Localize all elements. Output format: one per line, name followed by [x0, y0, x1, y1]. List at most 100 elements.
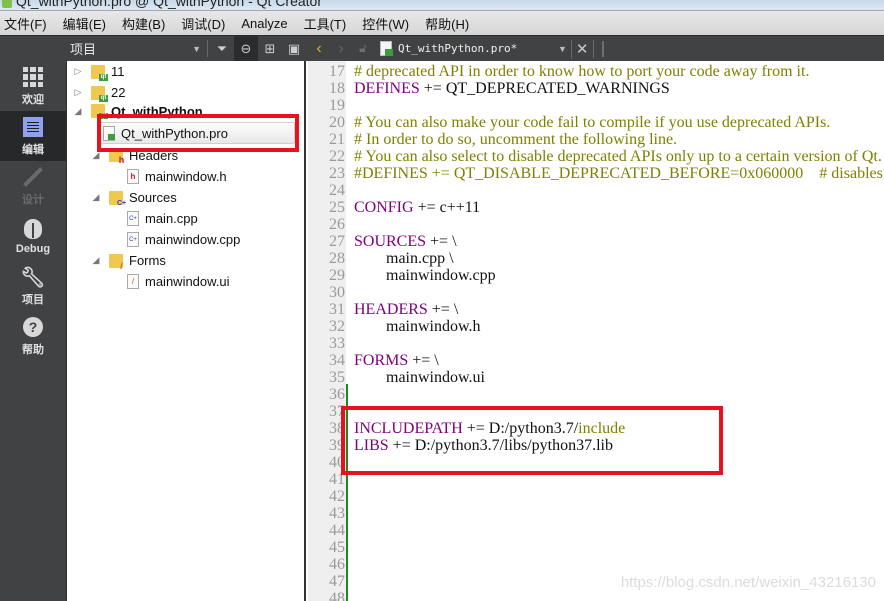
code-line[interactable]: 29 mainwindow.cpp	[308, 267, 496, 284]
menu-help[interactable]: 帮助(H)	[425, 14, 469, 33]
code-keyword: CONFIG	[354, 199, 414, 216]
menu-widgets[interactable]: 控件(W)	[362, 14, 409, 33]
line-number: 29	[329, 267, 345, 284]
code-line[interactable]: 48	[308, 590, 354, 601]
code-text: mainwindow.cpp	[354, 267, 496, 284]
code-line[interactable]: 26	[308, 216, 354, 233]
line-number: 42	[329, 488, 345, 505]
line-number: 23	[329, 165, 345, 182]
chevron-down-icon[interactable]: ▼	[192, 44, 201, 54]
line-number: 40	[329, 454, 345, 471]
mode-help[interactable]: ? 帮助	[0, 311, 66, 361]
cpp-file-icon: C+	[127, 232, 139, 247]
tree-item-file[interactable]: / mainwindow.ui	[127, 271, 230, 292]
chevron-down-icon[interactable]: ▼	[558, 44, 567, 54]
panel-view-selector[interactable]: 项目	[70, 39, 192, 58]
code-text: mainwindow.h	[354, 318, 481, 335]
tree-item-project[interactable]: ▷ qt 22	[73, 82, 125, 103]
close-document-icon[interactable]: ✕	[570, 39, 594, 58]
mode-debug[interactable]: Debug	[0, 211, 66, 261]
mode-design[interactable]: 设计	[0, 161, 66, 211]
filter-icon[interactable]: ⏷	[210, 36, 234, 61]
code-comment: # deprecated API in order to know how to…	[354, 63, 810, 80]
code-line[interactable]: 18 DEFINES += QT_DEPRECATED_WARNINGS	[308, 80, 670, 97]
tree-item-label: 11	[111, 64, 125, 79]
collapse-arrow-icon[interactable]: ◢	[91, 255, 101, 266]
window-title: Qt_withPython.pro @ Qt_withPython - Qt C…	[16, 0, 323, 9]
code-comment: #DEFINES += QT_DISABLE_DEPRECATED_BEFORE…	[354, 165, 883, 182]
tree-item-file[interactable]: h mainwindow.h	[127, 166, 227, 187]
line-number: 48	[329, 590, 345, 601]
menu-tools[interactable]: 工具(T)	[304, 14, 347, 33]
line-number: 27	[329, 233, 345, 250]
code-line[interactable]: 45	[308, 539, 354, 556]
collapse-arrow-icon[interactable]: ◢	[91, 192, 101, 203]
code-comment: # You can also make your code fail to co…	[354, 114, 831, 131]
pencil-icon	[23, 167, 43, 187]
menu-file[interactable]: 文件(F)	[4, 14, 47, 33]
mode-label: Debug	[15, 243, 51, 255]
code-line[interactable]: 47	[308, 573, 354, 590]
tree-item-label: main.cpp	[145, 211, 198, 226]
code-line[interactable]: 19	[308, 97, 354, 114]
tree-item-label: mainwindow.ui	[145, 274, 230, 289]
qt-project-folder-icon: qt	[91, 85, 108, 102]
document-selector[interactable]: Qt_withPython.pro*	[398, 42, 558, 55]
code-line[interactable]: 25 CONFIG += c++11	[308, 199, 480, 216]
code-line[interactable]: 30	[308, 284, 354, 301]
forms-folder-icon: /	[109, 253, 123, 270]
qt-creator-logo-icon	[2, 0, 12, 8]
menu-analyze[interactable]: Analyze	[241, 16, 287, 31]
code-line[interactable]: 20 # You can also make your code fail to …	[308, 114, 830, 131]
collapse-arrow-icon[interactable]: ◢	[73, 106, 83, 117]
project-panel-header: 项目 ▼ ⏷ ⊖ ⊞ ▣	[66, 36, 306, 61]
code-line[interactable]: 44	[308, 522, 354, 539]
tree-item-file[interactable]: C+ mainwindow.cpp	[127, 229, 240, 250]
code-line[interactable]: 36	[308, 386, 354, 403]
tree-item-folder[interactable]: ◢ / Forms	[91, 250, 166, 271]
menu-debug[interactable]: 调试(D)	[181, 14, 225, 33]
code-line[interactable]: 31 HEADERS += \	[308, 301, 458, 318]
code-text: mainwindow.ui	[354, 369, 485, 386]
split-icon[interactable]: ⊞	[258, 36, 282, 61]
code-line[interactable]: 33	[308, 335, 354, 352]
code-line[interactable]: 35 mainwindow.ui	[308, 369, 485, 386]
code-line[interactable]: 28 main.cpp \	[308, 250, 454, 267]
code-line[interactable]: 22 # You can also select to disable depre…	[308, 148, 882, 165]
code-line[interactable]: 34 FORMS += \	[308, 352, 439, 369]
code-line[interactable]: 24	[308, 182, 354, 199]
back-icon[interactable]: ‹	[308, 36, 330, 61]
code-line[interactable]: 46	[308, 556, 354, 573]
tree-item-file[interactable]: C+ main.cpp	[127, 208, 198, 229]
expand-arrow-icon[interactable]: ▷	[73, 87, 83, 98]
menu-build[interactable]: 构建(B)	[122, 14, 165, 33]
code-editor[interactable]: 17 # deprecated API in order to know how …	[308, 61, 884, 601]
code-line[interactable]: 27 SOURCES += \	[308, 233, 457, 250]
code-text: # deprecated API in order to know how to…	[354, 63, 809, 80]
code-line[interactable]: 42	[308, 488, 354, 505]
code-line[interactable]: 21 # In order to do so, uncomment the fol…	[308, 131, 677, 148]
mode-label: 欢迎	[22, 94, 44, 106]
code-token: += \	[427, 301, 459, 318]
tree-item-project[interactable]: ▷ qt 11	[73, 61, 125, 82]
close-panel-icon[interactable]: ▣	[282, 36, 306, 61]
lock-icon[interactable]: 🔓︎	[352, 36, 374, 61]
mode-edit[interactable]: 编辑	[0, 111, 66, 161]
code-token: main.cpp \	[354, 250, 454, 267]
tree-item-folder[interactable]: ◢ C+ Sources	[91, 187, 177, 208]
expand-arrow-icon[interactable]: ▷	[73, 66, 83, 77]
sources-folder-icon: C+	[109, 190, 126, 207]
menu-edit[interactable]: 编辑(E)	[63, 14, 106, 33]
code-line[interactable]: 43	[308, 505, 354, 522]
link-icon[interactable]: ⊖	[234, 36, 258, 61]
code-line[interactable]: 32 mainwindow.h	[308, 318, 481, 335]
line-number: 39	[329, 437, 345, 454]
forward-icon[interactable]: ›	[330, 36, 352, 61]
mode-projects[interactable]: 🔧︎ 项目	[0, 261, 66, 311]
qt-project-folder-icon: qt	[91, 64, 108, 81]
mode-welcome[interactable]: 欢迎	[0, 61, 66, 111]
code-text: CONFIG += c++11	[354, 199, 480, 216]
code-line[interactable]: 17 # deprecated API in order to know how …	[308, 63, 809, 80]
code-line[interactable]: 23 #DEFINES += QT_DISABLE_DEPRECATED_BEFO…	[308, 165, 884, 182]
toolbar: 项目 ▼ ⏷ ⊖ ⊞ ▣ ‹ › 🔓︎ Qt_withPython.pro* ▼…	[0, 36, 884, 61]
